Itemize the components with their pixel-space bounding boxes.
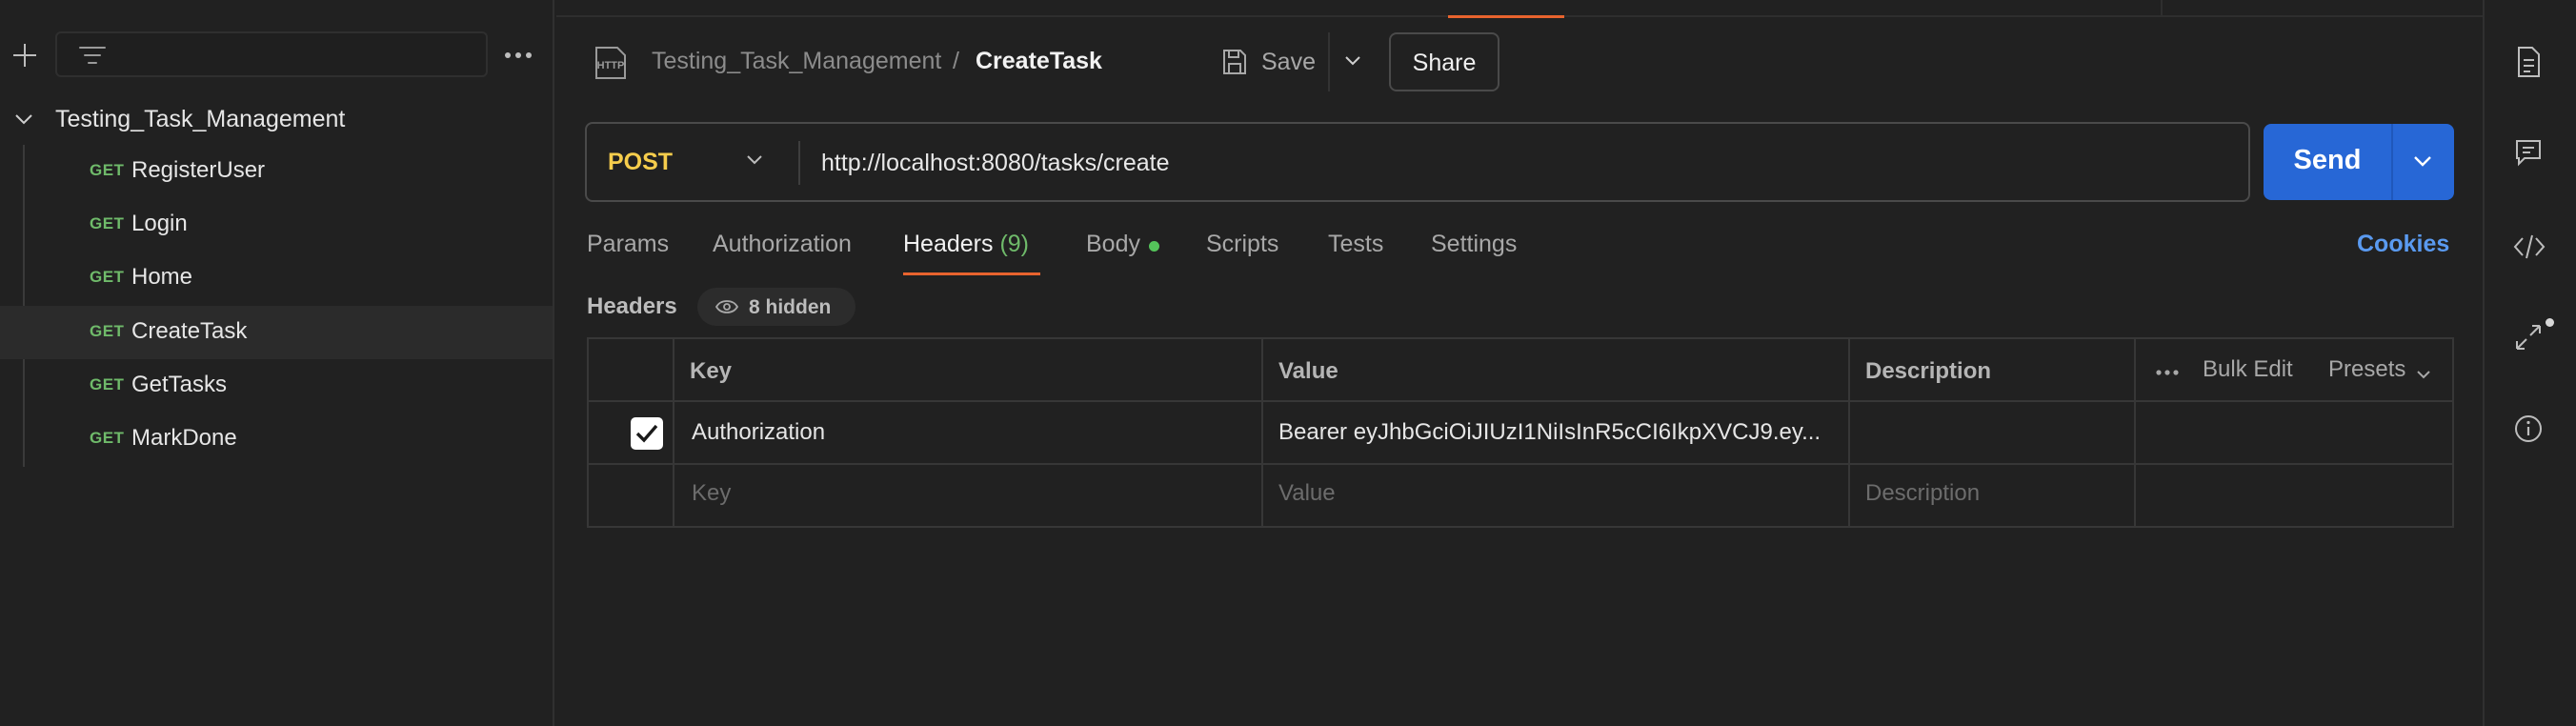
notification-dot — [2546, 318, 2554, 327]
info-icon[interactable] — [2513, 413, 2544, 444]
eye-icon — [714, 299, 739, 314]
sidebar-request-createtask[interactable]: GET CreateTask — [0, 306, 553, 359]
sidebar-request-markdone[interactable]: GET MarkDone — [0, 413, 553, 466]
filter-icon — [78, 44, 107, 69]
send-options-chevron-icon[interactable] — [2412, 152, 2433, 170]
request-name: GetTasks — [131, 372, 228, 397]
hidden-headers-toggle[interactable]: 8 hidden — [697, 288, 855, 326]
url-divider — [798, 141, 800, 185]
headers-section-title: Headers — [587, 293, 677, 319]
collection-item[interactable]: Testing_Task_Management — [0, 97, 553, 141]
tab-body[interactable]: Body — [1086, 231, 1140, 258]
cookies-link[interactable]: Cookies — [2357, 231, 2449, 258]
method-badge: GET — [90, 268, 125, 286]
headers-table: Key Value Description Bulk Edit Presets … — [587, 337, 2454, 528]
header-value-cell[interactable]: Bearer eyJhbGciOiJIUzI1NiIsInR5cCI6IkpXV… — [1278, 419, 1841, 446]
method-badge: GET — [90, 375, 125, 393]
method-select[interactable]: POST — [608, 149, 673, 176]
send-button[interactable]: Send — [2264, 124, 2454, 200]
more-icon — [505, 52, 532, 58]
column-divider — [2134, 339, 2136, 526]
bulk-edit-button[interactable]: Bulk Edit — [2203, 356, 2293, 383]
sidebar-request-home[interactable]: GET Home — [0, 252, 553, 305]
tab-strip-divider — [2161, 0, 2163, 17]
method-badge: GET — [90, 161, 125, 179]
check-icon — [635, 424, 658, 443]
row-divider — [589, 463, 2452, 465]
column-divider — [673, 339, 674, 526]
presets-dropdown[interactable]: Presets — [2328, 356, 2405, 383]
tab-headers-label: Headers — [903, 231, 994, 257]
method-badge: GET — [90, 322, 125, 340]
sidebar-request-login[interactable]: GET Login — [0, 198, 553, 252]
save-label: Save — [1261, 49, 1316, 75]
comment-icon[interactable] — [2513, 137, 2544, 168]
right-rail — [2483, 0, 2576, 726]
column-divider — [1848, 339, 1850, 526]
request-name: Home — [131, 264, 193, 290]
tab-tests[interactable]: Tests — [1328, 231, 1383, 258]
save-options-button[interactable] — [1328, 32, 1374, 91]
http-icon: HTTP — [593, 46, 629, 80]
share-label: Share — [1412, 50, 1477, 76]
tab-scripts[interactable]: Scripts — [1206, 231, 1278, 258]
tab-headers-count: (9) — [999, 231, 1030, 257]
send-divider — [2391, 124, 2393, 200]
column-header-key: Key — [690, 358, 733, 384]
request-name: Login — [131, 211, 188, 236]
tab-strip — [556, 0, 2483, 18]
column-divider — [1261, 339, 1263, 526]
tab-authorization[interactable]: Authorization — [713, 231, 852, 258]
more-options-button[interactable] — [501, 42, 535, 69]
breadcrumb-current[interactable]: CreateTask — [976, 48, 1102, 75]
collection-name: Testing_Task_Management — [55, 106, 346, 132]
url-input[interactable] — [821, 145, 2231, 181]
method-badge: GET — [90, 429, 125, 447]
header-enabled-checkbox[interactable] — [631, 417, 663, 450]
row-divider — [589, 400, 2452, 402]
send-label: Send — [2293, 145, 2362, 175]
new-description-input[interactable]: Description — [1865, 480, 1980, 507]
hidden-headers-label: 8 hidden — [749, 296, 832, 318]
method-badge: GET — [90, 214, 125, 232]
url-bar: POST — [585, 122, 2250, 202]
filter-input[interactable] — [55, 31, 488, 77]
header-key-cell[interactable]: Authorization — [692, 419, 1244, 446]
sidebar-request-gettasks[interactable]: GET GetTasks — [0, 359, 553, 413]
sidebar-request-registeruser[interactable]: GET RegisterUser — [0, 145, 553, 198]
sidebar: Testing_Task_Management GET RegisterUser… — [0, 0, 554, 726]
column-header-description: Description — [1865, 358, 1992, 384]
chevron-down-icon[interactable] — [2416, 369, 2431, 380]
new-key-input[interactable]: Key — [692, 480, 731, 507]
tab-settings[interactable]: Settings — [1431, 231, 1517, 258]
more-icon[interactable] — [2155, 368, 2180, 377]
document-icon[interactable] — [2513, 46, 2544, 78]
request-name: CreateTask — [131, 318, 248, 344]
breadcrumb-separator: / — [953, 48, 959, 74]
plus-icon — [13, 44, 36, 67]
tab-params[interactable]: Params — [587, 231, 669, 258]
expand-icon[interactable] — [2513, 322, 2544, 353]
new-button[interactable] — [10, 40, 40, 71]
chevron-down-icon[interactable] — [745, 152, 764, 168]
body-indicator-dot — [1149, 241, 1159, 252]
column-header-value: Value — [1278, 358, 1338, 384]
request-name: MarkDone — [131, 425, 237, 451]
svg-text:HTTP: HTTP — [597, 60, 625, 71]
share-button[interactable]: Share — [1389, 32, 1499, 91]
breadcrumb-parent[interactable]: Testing_Task_Management — [652, 48, 941, 75]
sidebar-toolbar — [0, 0, 553, 103]
tab-headers[interactable]: Headers (9) — [903, 231, 1029, 258]
code-icon[interactable] — [2513, 232, 2546, 261]
request-name: RegisterUser — [131, 157, 266, 183]
chevron-down-icon[interactable] — [13, 111, 34, 128]
save-icon — [1219, 47, 1250, 77]
active-tab-indicator — [1448, 15, 1564, 18]
tab-active-underline — [903, 272, 1040, 275]
new-value-input[interactable]: Value — [1278, 480, 1336, 507]
save-button[interactable]: Save — [1216, 32, 1336, 91]
chevron-down-icon — [1345, 56, 1360, 66]
